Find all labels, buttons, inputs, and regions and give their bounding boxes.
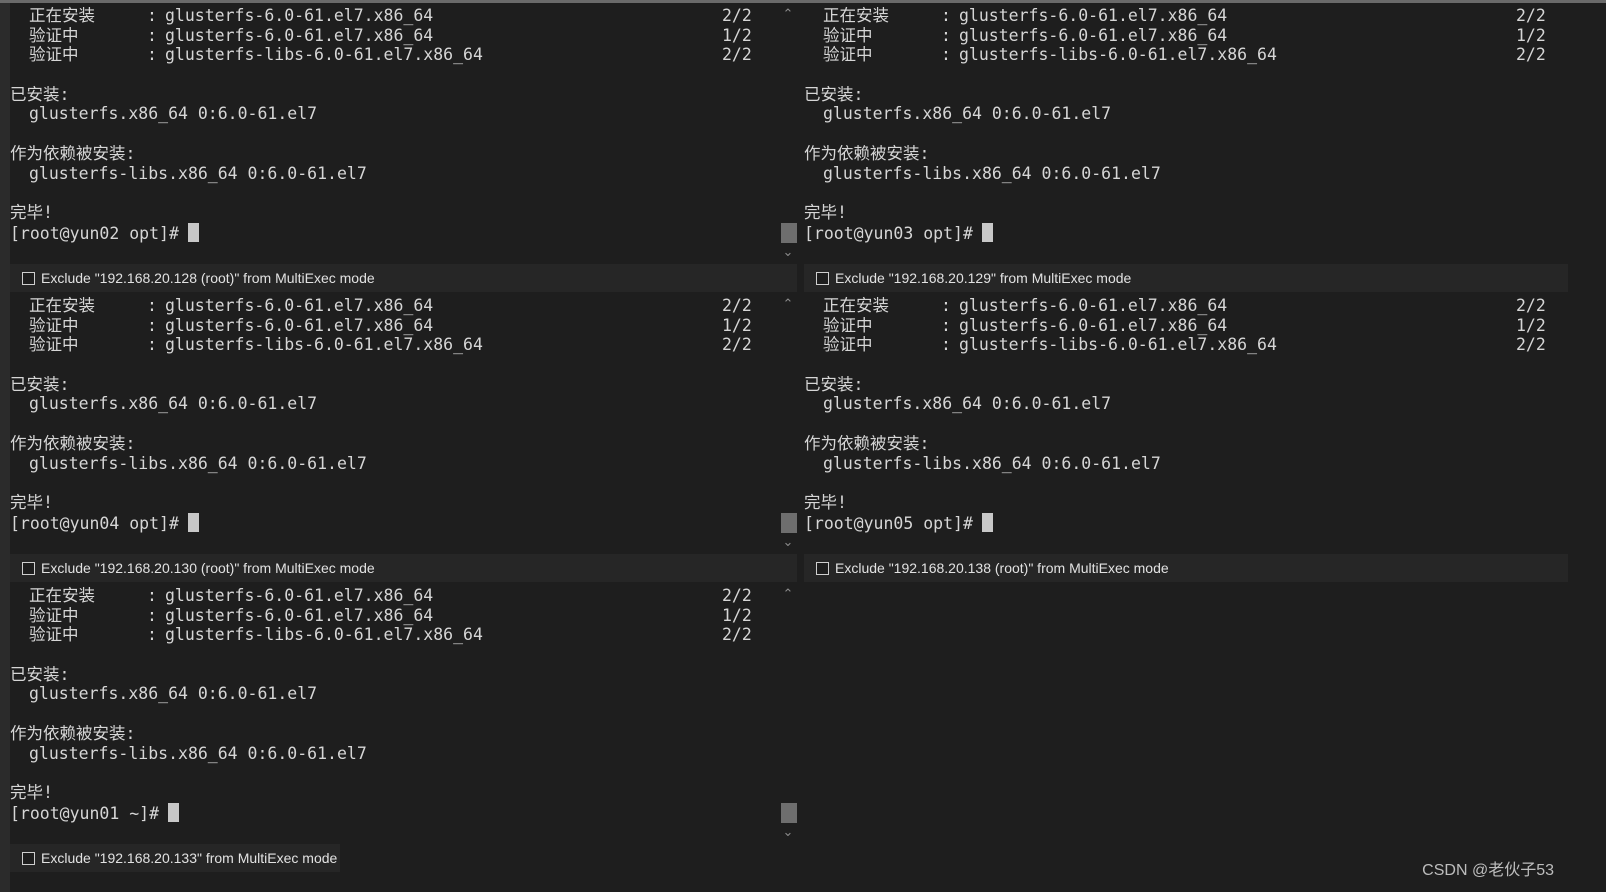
exclude-checkbox[interactable] [22,561,35,575]
scroll-up-icon[interactable]: ⌃ [779,588,797,602]
terminal-pane-yun05[interactable]: 正在安装: glusterfs-6.0-61.el7.x86_64 2/2 验证中:… [804,296,1568,554]
scrollbar-thumb[interactable] [781,513,797,533]
watermark: CSDN @老伙子53 [1422,862,1554,879]
exclude-multiexec-yun03[interactable]: Exclude "192.168.20.129" from MultiExec … [804,264,1568,292]
terminal-pane-yun04[interactable]: 正在安装: glusterfs-6.0-61.el7.x86_64 2/2 验证中:… [10,296,797,554]
scroll-down-icon[interactable]: ⌄ [779,536,797,550]
text-cursor [187,222,199,242]
exclude-checkbox[interactable] [816,271,829,285]
scroll-down-icon[interactable]: ⌄ [779,826,797,840]
text-cursor [187,512,199,532]
window-left-border [0,3,10,892]
exclude-multiexec-yun05[interactable]: Exclude "192.168.20.138 (root)" from Mul… [804,554,1568,582]
vertical-scrollbar[interactable]: ⌃ ⌄ [779,586,797,844]
exclude-checkbox[interactable] [22,851,35,865]
scroll-down-icon[interactable]: ⌄ [779,246,797,260]
text-cursor [168,802,180,822]
exclude-multiexec-yun04[interactable]: Exclude "192.168.20.130 (root)" from Mul… [10,554,797,582]
scroll-up-icon[interactable]: ⌃ [779,8,797,22]
exclude-multiexec-yun02[interactable]: Exclude "192.168.20.128 (root)" from Mul… [10,264,797,292]
terminal-pane-yun01[interactable]: 正在安装: glusterfs-6.0-61.el7.x86_64 2/2 验证中:… [10,586,797,844]
text-cursor [981,512,993,532]
exclude-multiexec-yun01[interactable]: Exclude "192.168.20.133" from MultiExec … [10,844,340,872]
exclude-checkbox[interactable] [22,271,35,285]
terminal-pane-yun02[interactable]: 正在安装: glusterfs-6.0-61.el7.x86_64 2/2 验证中:… [10,6,797,264]
vertical-scrollbar[interactable]: ⌃ ⌄ [779,6,797,264]
text-cursor [981,222,993,242]
scrollbar-thumb[interactable] [781,803,797,823]
terminal-pane-yun03[interactable]: 正在安装: glusterfs-6.0-61.el7.x86_64 2/2 验证中:… [804,6,1568,264]
scrollbar-thumb[interactable] [781,223,797,243]
scroll-up-icon[interactable]: ⌃ [779,298,797,312]
vertical-scrollbar[interactable]: ⌃ ⌄ [779,296,797,554]
exclude-checkbox[interactable] [816,561,829,575]
